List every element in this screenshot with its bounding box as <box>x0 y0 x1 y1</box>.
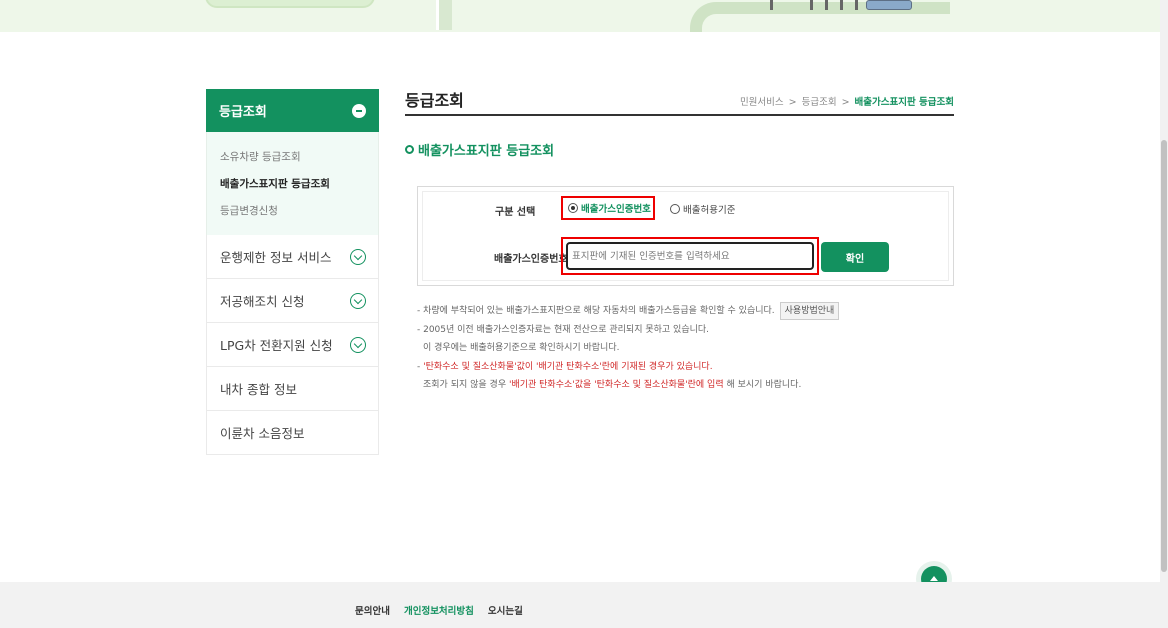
notes: - 차량에 부착되어 있는 배출가스표지판으로 해당 자동차의 배출가스등급을 … <box>417 302 840 395</box>
footer-link-privacy[interactable]: 개인정보처리방침 <box>404 603 474 617</box>
radio-emission-standard[interactable]: 배출허용기준 <box>670 202 735 216</box>
main-content: 등급조회 민원서비스 > 등급조회 > 배출가스표지판 등급조회 배출가스표지판 등급조… <box>405 89 954 390</box>
top-banner <box>0 0 1160 32</box>
sidebar-item-label: 이륜차 소음정보 <box>220 426 305 441</box>
sidebar-item-motorcycle-noise[interactable]: 이륜차 소음정보 <box>206 411 379 455</box>
sidebar-item-low-emission[interactable]: 저공해조치 신청 <box>206 279 379 323</box>
sidebar-item-label: 내차 종합 정보 <box>220 382 297 397</box>
scrollbar-thumb[interactable] <box>1161 140 1167 572</box>
banner-post <box>770 0 773 10</box>
sidebar-item-restriction[interactable]: 운행제한 정보 서비스 <box>206 235 379 279</box>
note-line-warning: '탄화수소 및 질소산화물'값이 '배기관 탄화수소'란에 기재된 경우가 있습… <box>423 361 713 372</box>
sidebar-item-my-car[interactable]: 내차 종합 정보 <box>206 367 379 411</box>
breadcrumb-item[interactable]: 민원서비스 <box>740 97 784 108</box>
banner-post <box>840 0 843 10</box>
banner-post <box>855 0 858 10</box>
footer-link-directions[interactable]: 오시는길 <box>488 603 523 617</box>
submenu-item-grade-change[interactable]: 등급변경신청 <box>220 198 378 225</box>
breadcrumb-separator: > <box>788 97 797 108</box>
banner-post <box>825 0 828 10</box>
note-line: - 2005년 이전 배출가스인증자료는 현재 전산으로 관리되지 못하고 있습… <box>417 324 710 335</box>
usage-guide-button[interactable]: 사용방법안내 <box>779 302 840 320</box>
breadcrumb-separator: > <box>841 97 850 108</box>
ring-bullet-icon <box>405 145 414 154</box>
sidebar-item-label: LPG차 전환지원 신청 <box>220 338 333 353</box>
note-line-warning: '배기관 탄화수소'값을 '탄화수소 및 질소산화물'란에 입력 <box>508 380 724 390</box>
chevron-down-icon <box>350 248 366 265</box>
confirm-button[interactable]: 확인 <box>821 242 889 272</box>
banner-road-illustration <box>205 0 375 8</box>
submenu-item-owned-vehicle[interactable]: 소유차량 등급조회 <box>220 144 378 171</box>
sidebar-item-label: 운행제한 정보 서비스 <box>220 250 332 265</box>
footer-links: 문의안내 개인정보처리방침 오시는길 <box>355 603 523 617</box>
scrollbar[interactable] <box>1160 0 1168 628</box>
note-line: 조회가 되지 않을 경우 <box>423 380 509 390</box>
breadcrumb: 민원서비스 > 등급조회 > 배출가스표지판 등급조회 <box>740 94 954 108</box>
sidebar: 등급조회 소유차량 등급조회 배출가스표지판 등급조회 등급변경신청 운행제한 … <box>206 89 379 455</box>
radio-cert-number-label[interactable]: 배출가스인증번호 <box>581 201 651 215</box>
banner-car-icon <box>866 0 912 10</box>
section-title: 배출가스표지판 등급조회 <box>405 140 954 159</box>
footer: 문의안내 개인정보처리방침 오시는길 <box>0 582 1160 628</box>
collapse-icon[interactable] <box>352 103 366 118</box>
radio-emission-standard-label[interactable]: 배출허용기준 <box>683 202 735 216</box>
sidebar-item-lpg[interactable]: LPG차 전환지원 신청 <box>206 323 379 367</box>
sidebar-head-label: 등급조회 <box>219 105 267 120</box>
breadcrumb-item[interactable]: 등급조회 <box>802 97 837 108</box>
breadcrumb-current: 배출가스표지판 등급조회 <box>854 97 954 108</box>
radio-unselected-icon[interactable] <box>670 204 680 214</box>
sidebar-submenu: 소유차량 등급조회 배출가스표지판 등급조회 등급변경신청 <box>206 132 379 235</box>
radio-selected-icon[interactable] <box>568 203 578 213</box>
note-line: 해 보시기 바랍니다. <box>723 380 802 390</box>
lookup-form: 구분 선택 배출가스인증번호 배출허용기준 배출가스인증번호 확인 <box>417 186 954 286</box>
banner-post <box>810 0 813 10</box>
select-label: 구분 선택 <box>495 207 536 218</box>
cert-number-field-highlight <box>561 237 819 275</box>
cert-number-label: 배출가스인증번호 <box>494 254 568 265</box>
cert-number-input[interactable] <box>566 242 814 270</box>
chevron-down-icon <box>350 292 366 309</box>
radio-cert-number[interactable]: 배출가스인증번호 <box>561 196 655 220</box>
note-line: 이 경우에는 배출허용기준으로 확인하시기 바랍니다. <box>423 343 620 353</box>
section-title-text: 배출가스표지판 등급조회 <box>418 144 555 159</box>
submenu-item-emission-sign[interactable]: 배출가스표지판 등급조회 <box>220 171 378 198</box>
sidebar-item-label: 저공해조치 신청 <box>220 294 305 309</box>
banner-road-illustration <box>436 0 452 30</box>
chevron-down-icon <box>350 336 366 353</box>
sidebar-head-grade-lookup[interactable]: 등급조회 <box>206 89 379 132</box>
note-line: - 차량에 부착되어 있는 배출가스표지판으로 해당 자동차의 배출가스등급을 … <box>417 306 775 316</box>
footer-link-contact[interactable]: 문의안내 <box>355 603 390 617</box>
